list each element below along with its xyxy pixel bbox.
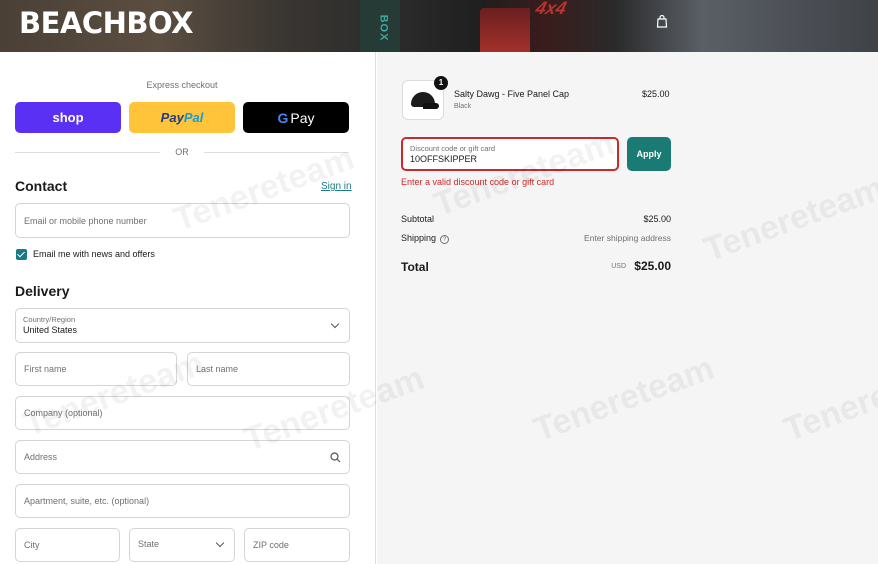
quantity-badge: 1 xyxy=(434,76,448,90)
google-pay-label: Pay xyxy=(290,109,315,126)
shop-pay-label: shop xyxy=(52,110,84,125)
apartment-field[interactable]: Apartment, suite, etc. (optional) xyxy=(15,484,350,518)
product-name: Salty Dawg - Five Panel Cap xyxy=(454,89,570,99)
newsletter-label: Email me with news and offers xyxy=(33,249,155,259)
first-name-placeholder: First name xyxy=(24,364,67,374)
total-row: Total USD $25.00 xyxy=(401,259,671,275)
cap-brim xyxy=(423,103,439,109)
paypal-button[interactable]: Pay Pal xyxy=(129,102,235,133)
subtotal-label: Subtotal xyxy=(401,214,435,224)
chevron-down-icon xyxy=(215,538,225,548)
express-checkout-label: Express checkout xyxy=(146,80,218,90)
product-variant: Black xyxy=(454,103,472,110)
search-icon xyxy=(330,452,341,463)
header-banner: BOX 4x4 BEACHBOX xyxy=(0,0,878,52)
apply-button[interactable]: Apply xyxy=(627,137,671,171)
address-field[interactable]: Address xyxy=(15,440,350,474)
discount-code-field[interactable]: Discount code or gift card 10OFFSKIPPER xyxy=(401,137,619,171)
truck-box-image: BOX xyxy=(360,0,400,52)
total-label: Total xyxy=(401,260,429,274)
address-placeholder: Address xyxy=(24,452,58,462)
company-field[interactable]: Company (optional) xyxy=(15,396,350,430)
last-name-field[interactable]: Last name xyxy=(187,352,350,386)
last-name-placeholder: Last name xyxy=(196,364,239,374)
email-placeholder: Email or mobile phone number xyxy=(24,216,147,226)
paypal-label-part1: Pay xyxy=(160,110,184,125)
country-value: United States xyxy=(23,325,78,335)
paypal-label-part2: Pal xyxy=(183,110,204,125)
tail-light-image xyxy=(480,8,530,52)
subtotal-value: $25.00 xyxy=(643,214,671,224)
email-field[interactable]: Email or mobile phone number xyxy=(15,203,350,238)
country-select[interactable]: Country/Region United States xyxy=(15,308,350,343)
sign-in-link[interactable]: Sign in xyxy=(321,181,352,192)
total-currency: USD xyxy=(611,263,626,270)
zip-field[interactable]: ZIP code xyxy=(244,528,350,562)
first-name-field[interactable]: First name xyxy=(15,352,177,386)
chevron-down-icon xyxy=(330,319,340,329)
shop-pay-button[interactable]: shop xyxy=(15,102,121,133)
delivery-title: Delivery xyxy=(15,283,70,299)
company-placeholder: Company (optional) xyxy=(24,408,103,418)
checkout-form: Express checkout shop Pay Pal G Pay OR Con… xyxy=(0,52,376,564)
newsletter-checkbox[interactable] xyxy=(16,249,27,260)
city-field[interactable]: City xyxy=(15,528,120,562)
contact-title: Contact xyxy=(15,178,68,194)
state-placeholder: State xyxy=(138,539,160,549)
product-price: $25.00 xyxy=(642,89,670,99)
google-g-icon: G xyxy=(277,109,289,126)
help-icon[interactable]: ? xyxy=(440,235,450,244)
total-value: $25.00 xyxy=(634,259,671,273)
shipping-value: Enter shipping address xyxy=(584,233,671,243)
order-summary: 1 Salty Dawg - Five Panel Cap Black $25.… xyxy=(377,52,878,564)
or-divider: OR xyxy=(15,146,349,158)
truck-badge: 4x4 xyxy=(533,0,569,18)
state-select[interactable]: State xyxy=(129,528,235,562)
apartment-placeholder: Apartment, suite, etc. (optional) xyxy=(24,496,150,506)
cart-bag-icon[interactable] xyxy=(655,14,669,28)
truck-box-text: BOX xyxy=(377,14,390,42)
discount-label: Discount code or gift card xyxy=(410,144,496,153)
shipping-label: Shipping xyxy=(401,233,437,243)
zip-placeholder: ZIP code xyxy=(253,540,289,550)
store-logo[interactable]: BEACHBOX xyxy=(19,6,194,40)
discount-value: 10OFFSKIPPER xyxy=(410,154,478,164)
discount-error: Enter a valid discount code or gift card xyxy=(401,177,555,187)
country-label: Country/Region xyxy=(23,315,76,324)
google-pay-button[interactable]: G Pay xyxy=(243,102,349,133)
city-placeholder: City xyxy=(24,540,40,550)
or-label: OR xyxy=(175,147,189,157)
